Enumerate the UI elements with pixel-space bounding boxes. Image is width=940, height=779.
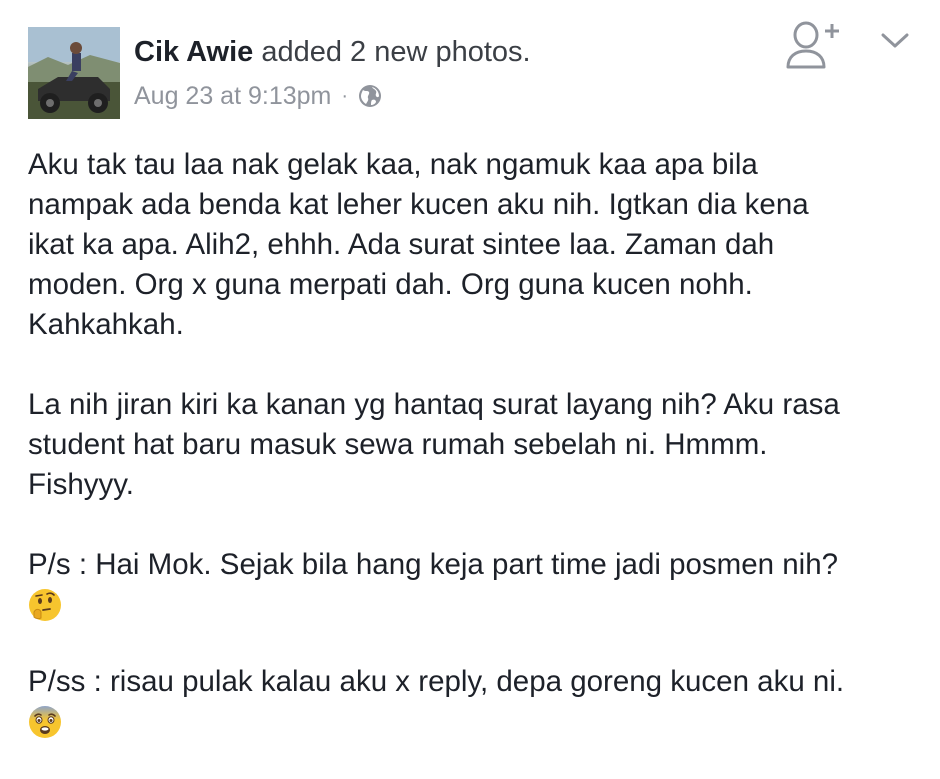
text-line: ikat ka apa. Alih2, ehhh. Ada surat sint… [28,228,775,261]
paragraph-4: P/ss : risau pulak kalau aku x reply, de… [28,662,923,739]
text-line: P/s : Hai Mok. Sejak bila hang keja part… [28,548,839,581]
chevron-down-icon[interactable] [878,28,912,52]
fearful-face-emoji [28,705,62,739]
meta-separator: · [341,85,349,107]
add-friend-icon[interactable] [784,14,844,72]
post-body: Aku tak tau laa nak gelak kaa, nak ngamu… [28,145,923,779]
text-line: P/ss : risau pulak kalau aku x reply, de… [28,665,845,698]
paragraph-1: Aku tak tau laa nak gelak kaa, nak ngamu… [28,145,923,345]
avatar[interactable] [28,27,120,119]
post-action: added 2 new photos. [261,36,531,68]
text-line: Aku tak tau laa nak gelak kaa, nak ngamu… [28,148,758,181]
paragraph-2: La nih jiran kiri ka kanan yg hantaq sur… [28,385,923,505]
text-line: La nih jiran kiri ka kanan yg hantaq sur… [28,388,840,421]
post-header: Cik Awie added 2 new photos. Aug 23 at 9… [0,0,940,130]
text-line: Fishyyy. [28,468,134,501]
text-line: nampak ada benda kat leher kucen aku nih… [28,188,809,221]
post-meta: Aug 23 at 9:13pm · [134,80,382,112]
post-timestamp[interactable]: Aug 23 at 9:13pm [134,80,331,112]
post-author-line: Cik Awie added 2 new photos. [134,34,531,70]
globe-icon[interactable] [358,84,382,108]
paragraph-3: P/s : Hai Mok. Sejak bila hang keja part… [28,545,923,622]
avatar-image [28,27,120,119]
author-name[interactable]: Cik Awie [134,36,253,68]
text-line: Kahkahkah. [28,308,184,341]
text-line: moden. Org x guna merpati dah. Org guna … [28,268,753,301]
text-line: student hat baru masuk sewa rumah sebela… [28,428,768,461]
thinking-face-emoji [28,588,62,622]
